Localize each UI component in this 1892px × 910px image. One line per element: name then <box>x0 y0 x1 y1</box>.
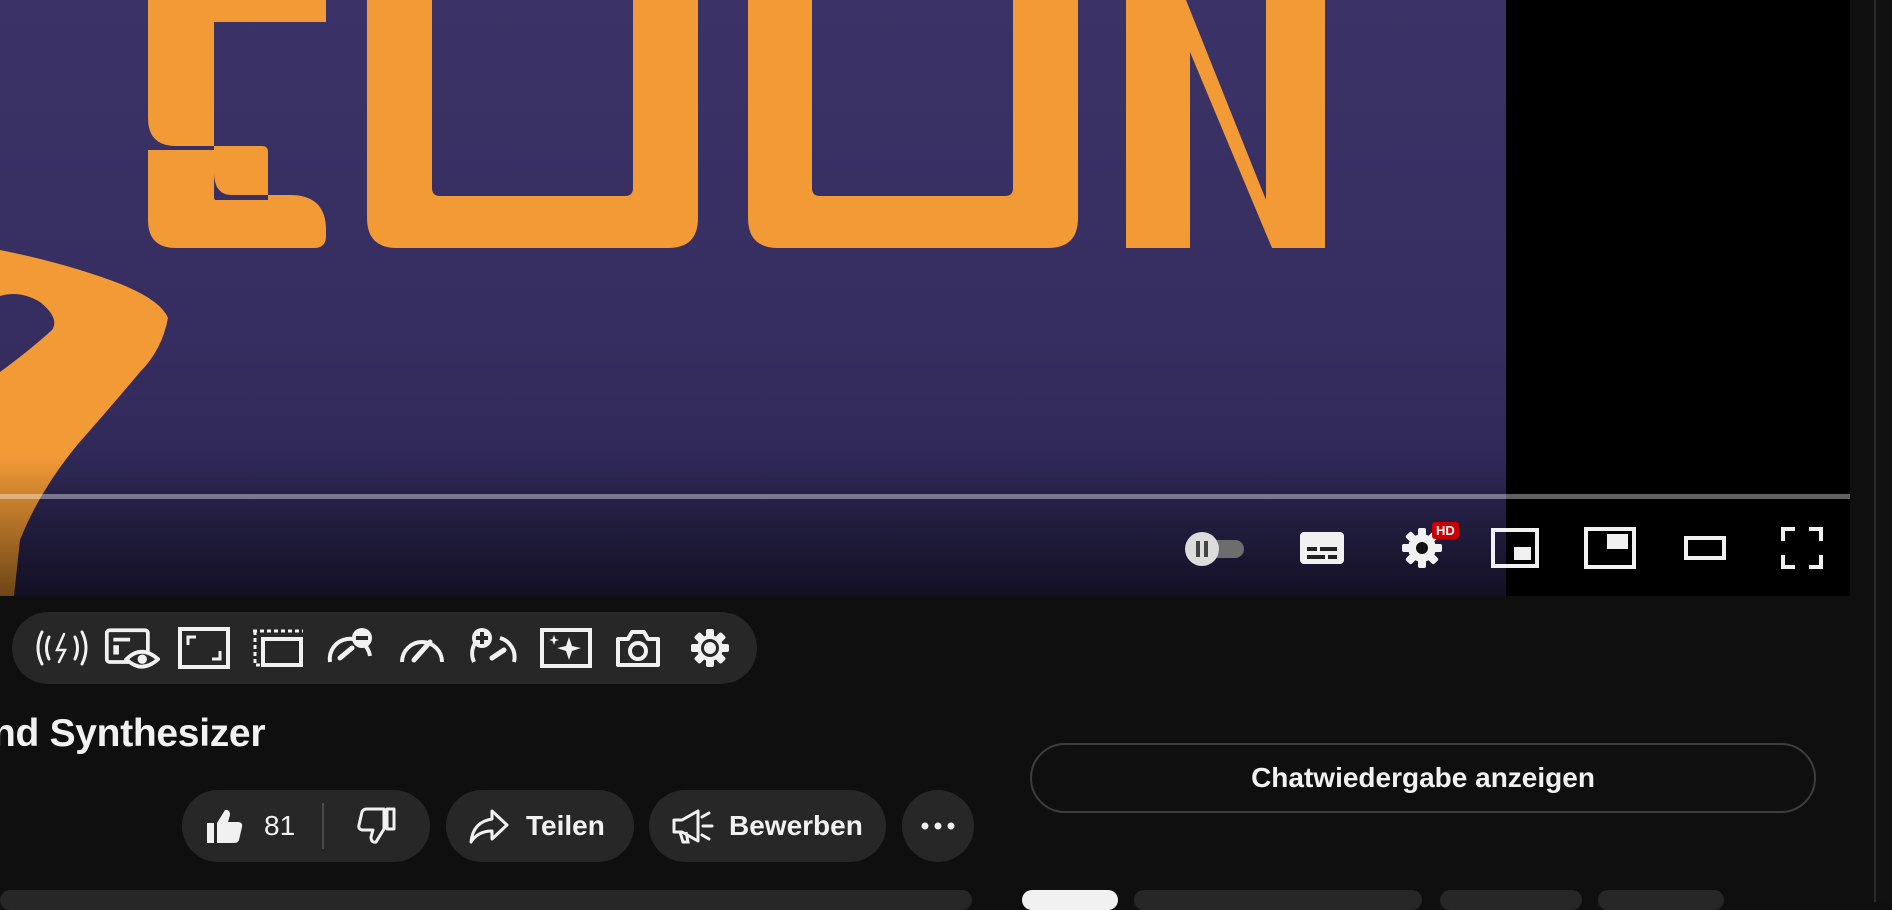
video-title: nd Synthesizer <box>0 712 266 755</box>
audio-boost-button[interactable] <box>34 620 90 676</box>
hd-badge: HD <box>1432 522 1459 539</box>
fullscreen-icon <box>1781 527 1823 569</box>
chip-all[interactable] <box>1022 890 1118 910</box>
chip-fourth[interactable] <box>1598 890 1724 910</box>
share-label: Teilen <box>526 810 605 841</box>
megaphone-icon <box>672 809 714 844</box>
like-count: 81 <box>264 810 296 841</box>
video-player[interactable]: HD <box>0 0 1850 596</box>
watch-later-view-button[interactable] <box>104 620 160 676</box>
like-dislike-group: 81 <box>182 790 430 862</box>
description-box[interactable] <box>0 890 972 910</box>
like-button[interactable]: 81 <box>182 790 322 862</box>
dislike-button[interactable] <box>324 790 430 862</box>
progress-bar[interactable] <box>0 494 1850 499</box>
audio-signal-icon <box>36 630 88 666</box>
pip-button[interactable] <box>1582 522 1638 574</box>
pause-icon <box>1185 532 1244 566</box>
more-actions-button[interactable] <box>902 790 974 862</box>
share-button[interactable]: Teilen <box>446 790 634 862</box>
subtitles-icon <box>1300 532 1344 564</box>
resize-frame-icon <box>178 627 230 669</box>
scrollbar-edge <box>1874 0 1876 902</box>
autoplay-toggle[interactable] <box>1180 522 1250 574</box>
speed-decrease-button[interactable] <box>322 620 378 676</box>
speed-button[interactable] <box>394 620 450 676</box>
share-arrow-icon <box>469 809 509 844</box>
camera-icon <box>616 630 660 667</box>
more-horizontal-icon <box>921 822 955 830</box>
resize-button[interactable] <box>176 620 232 676</box>
toolbar-settings-button[interactable] <box>682 620 738 676</box>
sparkle-frame-icon <box>540 628 592 668</box>
speed-increase-button[interactable] <box>466 620 522 676</box>
cinema-button[interactable] <box>250 620 306 676</box>
picture-in-picture-icon <box>1584 527 1636 569</box>
controls-gradient <box>0 456 1850 596</box>
miniplayer-icon <box>1491 528 1539 568</box>
settings-button[interactable]: HD <box>1390 522 1459 574</box>
cinema-icon <box>253 629 303 667</box>
screenshot-button[interactable] <box>610 620 666 676</box>
gear-icon <box>691 629 729 667</box>
subtitles-button[interactable] <box>1296 522 1348 574</box>
fullscreen-button[interactable] <box>1776 522 1828 574</box>
eye-card-icon <box>104 628 160 669</box>
promote-button[interactable]: Bewerben <box>649 790 886 862</box>
speed-minus-icon <box>327 628 372 663</box>
enhance-button[interactable] <box>538 620 594 676</box>
promote-label: Bewerben <box>729 810 863 841</box>
speed-plus-icon <box>470 628 517 663</box>
thumbs-up-icon <box>207 809 243 843</box>
theater-icon <box>1684 536 1726 560</box>
speedometer-icon <box>400 639 444 663</box>
miniplayer-button[interactable] <box>1488 522 1542 574</box>
chip-third[interactable] <box>1440 890 1582 910</box>
theater-mode-button[interactable] <box>1680 522 1730 574</box>
chip-second[interactable] <box>1134 890 1422 910</box>
thumbs-down-icon <box>357 807 396 844</box>
chat-replay-button[interactable]: Chatwiedergabe anzeigen <box>1030 743 1816 813</box>
